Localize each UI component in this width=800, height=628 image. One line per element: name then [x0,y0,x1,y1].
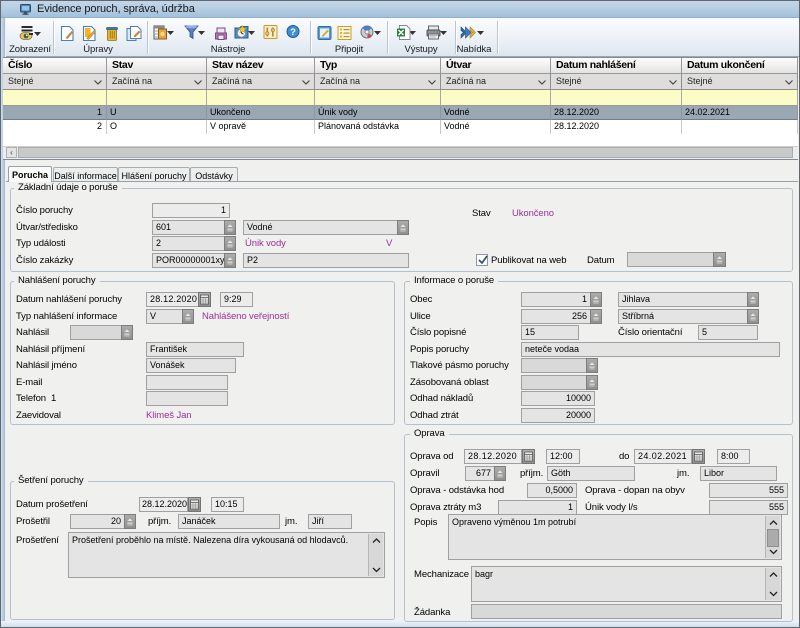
svg-text:?: ? [290,27,296,38]
